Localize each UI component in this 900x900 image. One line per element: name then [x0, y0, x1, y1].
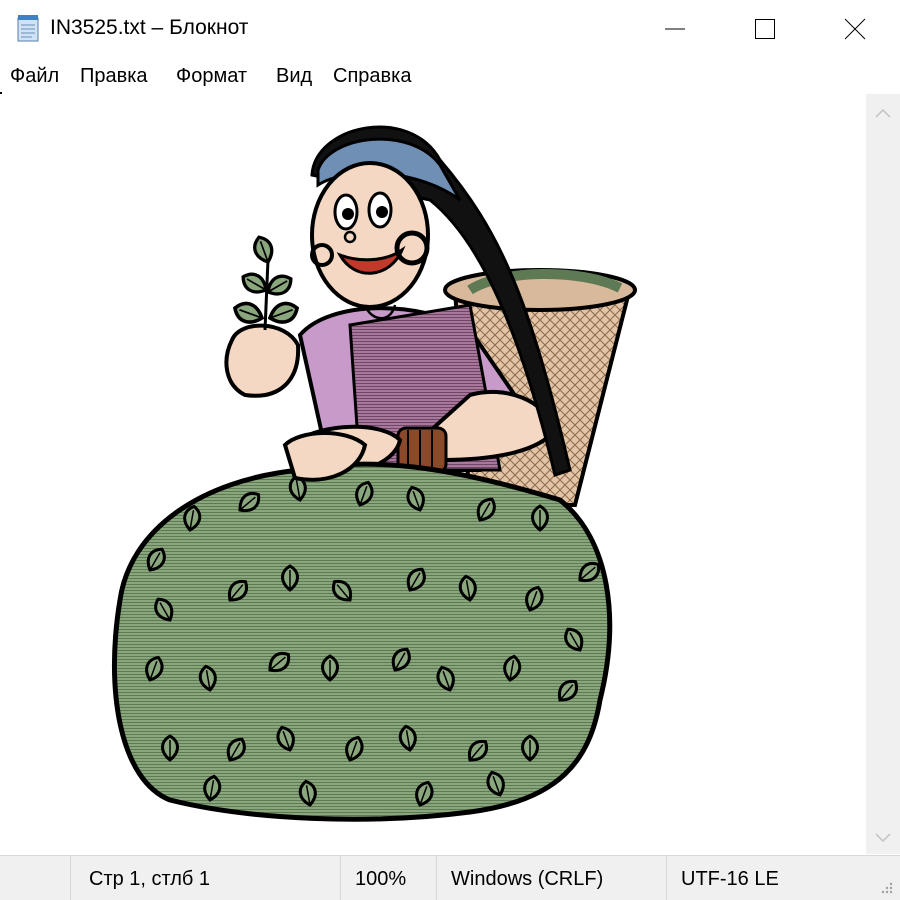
- close-icon: [844, 18, 866, 40]
- minimize-button[interactable]: [630, 0, 720, 58]
- status-bar: Стр 1, стлб 1 100% Windows (CRLF) UTF-16…: [0, 855, 900, 900]
- status-line-endings-label: Windows (CRLF): [451, 868, 604, 890]
- maximize-icon: [755, 19, 775, 39]
- resize-grip-icon[interactable]: [878, 880, 894, 896]
- text-editor[interactable]: [0, 94, 866, 854]
- title-bar[interactable]: IN3525.txt – Блокнот: [0, 0, 900, 58]
- scroll-down-icon[interactable]: [875, 832, 891, 844]
- menu-file[interactable]: Файл: [10, 65, 59, 88]
- tea-bush: [111, 431, 613, 822]
- status-line-endings: Windows (CRLF): [436, 856, 666, 900]
- status-zoom: 100%: [340, 856, 436, 900]
- menu-help[interactable]: Справка: [333, 65, 411, 88]
- menu-format[interactable]: Формат: [176, 65, 247, 88]
- status-encoding-label: UTF-16 LE: [681, 868, 779, 890]
- close-button[interactable]: [810, 0, 900, 58]
- menu-edit[interactable]: Правка: [80, 65, 148, 88]
- maximize-button[interactable]: [720, 0, 810, 58]
- notepad-icon: [17, 15, 39, 42]
- window-title: IN3525.txt – Блокнот: [50, 16, 249, 39]
- tea-picker-illustration: [111, 125, 637, 822]
- tea-sprig: [230, 232, 302, 331]
- status-zoom-label: 100%: [355, 868, 407, 890]
- vertical-scrollbar[interactable]: [866, 94, 900, 854]
- status-position-label: Стр 1, стлб 1: [89, 868, 211, 890]
- menu-bar: Файл Правка Формат Вид Справка: [0, 58, 900, 94]
- status-cursor-position: Стр 1, стлб 1: [70, 856, 340, 900]
- minimize-icon: [665, 28, 685, 30]
- scroll-up-icon[interactable]: [875, 107, 891, 119]
- status-encoding: UTF-16 LE: [666, 856, 866, 900]
- menu-view[interactable]: Вид: [276, 65, 312, 88]
